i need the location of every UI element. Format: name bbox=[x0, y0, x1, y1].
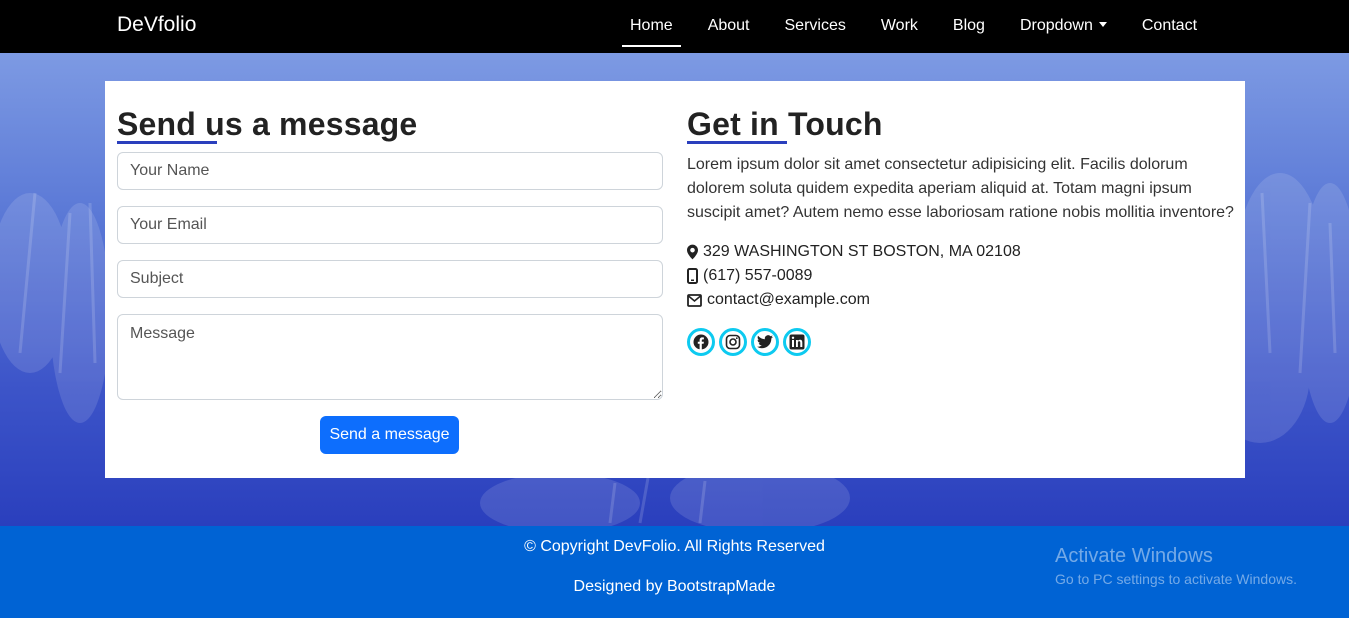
form-heading-underline bbox=[117, 141, 217, 144]
brand-logo[interactable]: DeVfolio bbox=[117, 13, 196, 37]
email-row: contact@example.com bbox=[687, 291, 870, 309]
address-text: 329 WASHINGTON ST BOSTON, MA 02108 bbox=[703, 243, 1021, 260]
windows-activation-subtitle: Go to PC settings to activate Windows. bbox=[1055, 571, 1297, 587]
caret-down-icon bbox=[1098, 22, 1107, 27]
nav-item-about[interactable]: About bbox=[700, 0, 758, 53]
twitter-link[interactable] bbox=[751, 328, 779, 356]
address-row: 329 WASHINGTON ST BOSTON, MA 02108 bbox=[687, 243, 1021, 261]
name-input[interactable] bbox=[117, 152, 663, 190]
nav-item-home[interactable]: Home bbox=[622, 0, 681, 53]
dropdown-label: Dropdown bbox=[1019, 17, 1093, 34]
subject-input[interactable] bbox=[117, 260, 663, 298]
email-text[interactable]: contact@example.com bbox=[707, 291, 870, 309]
nav-item-blog[interactable]: Blog bbox=[945, 0, 993, 53]
nav-item-dropdown[interactable]: Dropdown bbox=[1012, 0, 1115, 53]
contact-heading-underline bbox=[687, 141, 787, 144]
instagram-link[interactable] bbox=[719, 328, 747, 356]
contact-heading: Get in Touch bbox=[687, 106, 883, 142]
contact-description: Lorem ipsum dolor sit amet consectetur a… bbox=[687, 156, 1234, 221]
email-input[interactable] bbox=[117, 206, 663, 244]
phone-text: (617) 557-0089 bbox=[703, 267, 813, 284]
nav-menu: Home About Services Work Blog Dropdown C… bbox=[622, 0, 1224, 53]
envelope-icon bbox=[687, 293, 702, 307]
mobile-phone-icon bbox=[687, 268, 698, 284]
map-marker-icon bbox=[687, 244, 698, 260]
twitter-icon bbox=[757, 335, 773, 349]
navbar: DeVfolio Home About Services Work Blog D… bbox=[0, 0, 1349, 53]
form-heading: Send us a message bbox=[117, 106, 418, 142]
facebook-link[interactable] bbox=[687, 328, 715, 356]
nav-item-contact[interactable]: Contact bbox=[1134, 0, 1205, 53]
phone-row: (617) 557-0089 bbox=[687, 267, 812, 285]
nav-item-work[interactable]: Work bbox=[873, 0, 926, 53]
send-message-button[interactable]: Send a message bbox=[320, 416, 459, 454]
nav-item-services[interactable]: Services bbox=[777, 0, 854, 53]
windows-activation-title: Activate Windows bbox=[1055, 545, 1213, 567]
message-textarea[interactable] bbox=[117, 314, 663, 400]
instagram-icon bbox=[725, 334, 741, 350]
linkedin-icon bbox=[789, 334, 805, 350]
facebook-icon bbox=[693, 334, 709, 350]
linkedin-link[interactable] bbox=[783, 328, 811, 356]
